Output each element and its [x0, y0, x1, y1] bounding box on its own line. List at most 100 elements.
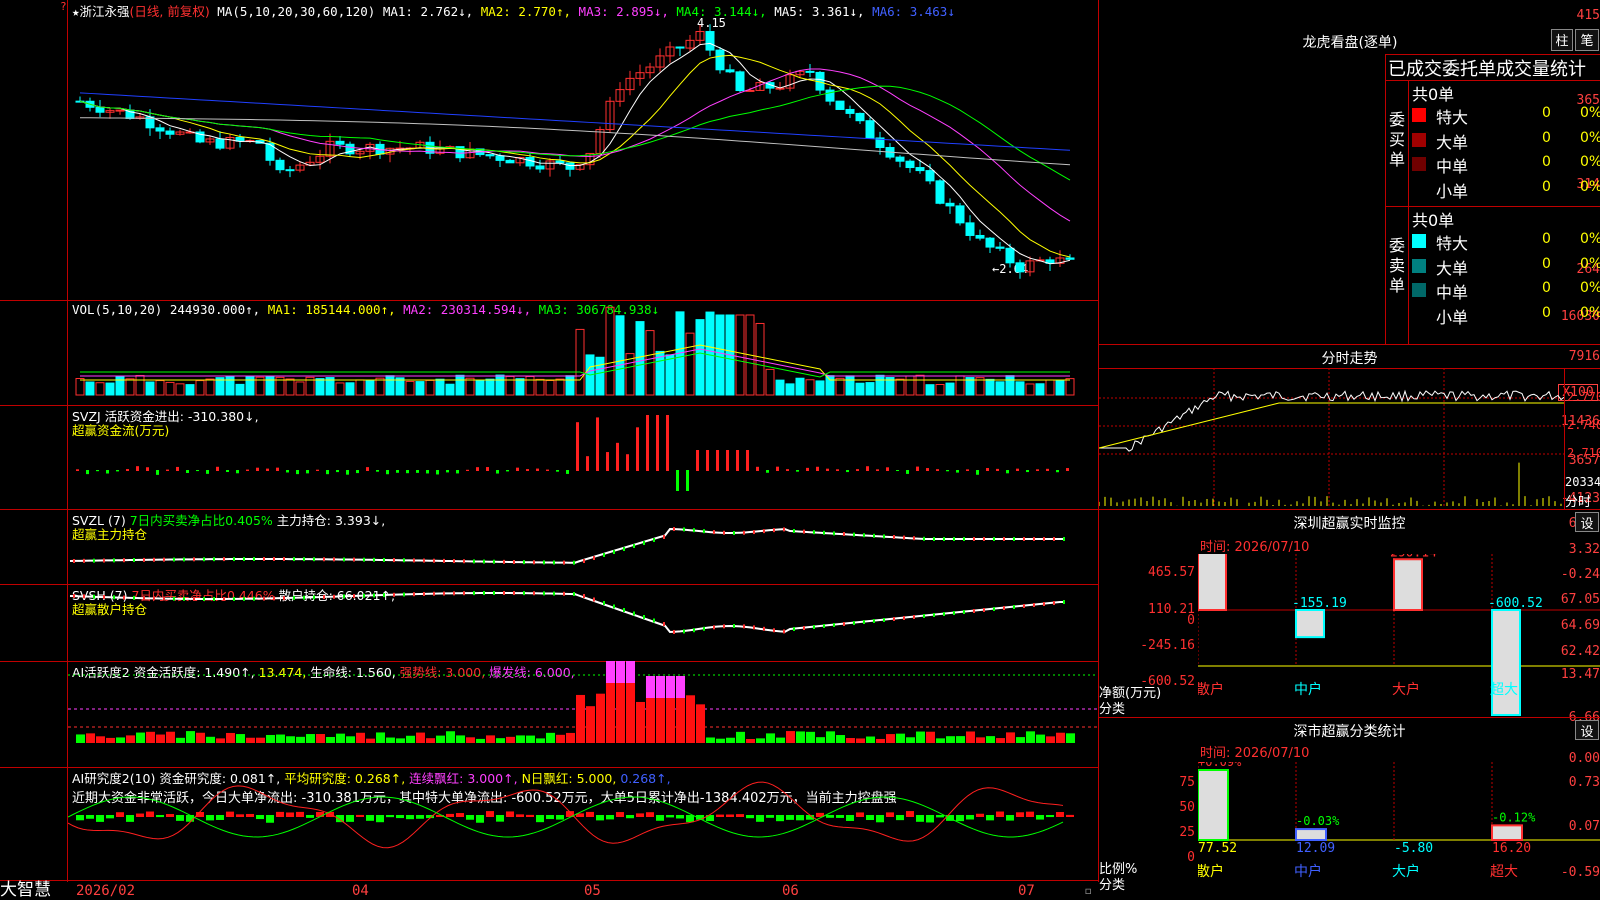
fund-flow-bar — [876, 469, 879, 471]
stat-bar-value: 12.09 — [1296, 841, 1335, 856]
tick-mark — [923, 614, 925, 618]
monitor-chart[interactable]: 465.57散户-155.19中户290.14大户-600.52超大 — [1198, 554, 1600, 716]
activity-bar — [376, 732, 385, 743]
activity-bar — [906, 737, 915, 743]
activity-burst-bar — [616, 661, 625, 683]
fund-flow-bar — [406, 470, 409, 474]
volume-chart[interactable] — [68, 300, 1098, 405]
fund-flow-bar — [316, 469, 319, 471]
tick-mark — [203, 557, 205, 562]
fund-flow-bar — [896, 470, 899, 472]
tick-mark — [283, 596, 285, 601]
intraday-mode-label[interactable]: 分时 — [1565, 491, 1591, 510]
activity-bar — [86, 733, 95, 743]
tick-mark — [973, 609, 975, 613]
research-bar — [396, 815, 404, 819]
research-bar — [1006, 815, 1014, 821]
tick-mark — [293, 595, 295, 600]
activity-bar — [736, 731, 745, 743]
fund-flow-bar — [306, 470, 309, 474]
svzl-chart[interactable] — [68, 509, 1098, 584]
research-bar — [256, 815, 264, 820]
tick-mark — [83, 558, 85, 563]
volume-bar — [815, 380, 825, 396]
activity-bar — [1026, 731, 1035, 743]
activity-bar — [356, 732, 365, 743]
research-bar — [226, 811, 234, 817]
tick-mark — [253, 596, 255, 601]
fund-flow-bar — [116, 470, 119, 472]
research-bar — [616, 812, 624, 817]
tick-mark — [373, 557, 375, 562]
candle-body — [1065, 257, 1075, 260]
tick-mark — [933, 537, 935, 541]
fund-flow-bar — [86, 470, 89, 475]
fund-flow-bar — [526, 469, 529, 471]
activity-bar — [596, 693, 605, 743]
tick-mark — [653, 618, 655, 623]
bar-mode-button[interactable]: 柱 — [1551, 29, 1573, 51]
volume-bar — [755, 322, 765, 396]
order-count: 0 — [1542, 280, 1551, 296]
ai-activity-chart[interactable] — [68, 661, 1098, 767]
order-pct: 0% — [1580, 231, 1600, 247]
volume-bar — [85, 381, 95, 396]
research-bar — [646, 812, 654, 817]
tick-mark — [273, 557, 275, 562]
stat-chart[interactable]: +0.09% 77.52 散户 -0.03% 12.09 中户 -5.80 大户 -0.12% 1… — [1198, 762, 1600, 900]
candlestick-chart[interactable] — [68, 0, 1098, 300]
tick-mark — [873, 533, 875, 538]
tick-mark — [943, 612, 945, 616]
research-bar — [466, 815, 474, 820]
tick-mark — [983, 608, 985, 612]
monitor-settings-button[interactable]: 设 — [1575, 512, 1599, 532]
tick-mark — [753, 530, 755, 535]
tick-mark — [293, 557, 295, 562]
color-swatch — [1412, 307, 1426, 322]
volume-bar — [265, 375, 275, 396]
research-bar — [876, 815, 884, 823]
tick-mark — [123, 595, 125, 600]
tick-mark — [373, 593, 375, 598]
tick-mark — [163, 596, 165, 601]
stat-settings-button[interactable]: 设 — [1575, 720, 1599, 740]
retail-hold-line — [69, 592, 1065, 633]
svzj-chart[interactable] — [68, 405, 1098, 509]
research-bar — [1046, 815, 1054, 818]
tick-mark — [763, 626, 765, 631]
tick-mark — [113, 558, 115, 563]
volume-bar — [225, 376, 235, 396]
tick-mark — [1053, 601, 1055, 605]
brand-logo: 大智慧 — [0, 880, 51, 900]
tick-mark — [473, 591, 475, 596]
activity-bar — [576, 694, 585, 743]
sell-row: 中单 0 0% — [1412, 278, 1600, 302]
fund-flow-bar — [1036, 469, 1039, 471]
research-bar — [496, 815, 504, 822]
intraday-chart[interactable] — [1099, 368, 1565, 508]
question-mark: ? — [60, 0, 67, 13]
activity-bar — [796, 731, 805, 743]
activity-bar — [136, 732, 145, 743]
lock-icon[interactable]: ▫ — [1084, 883, 1092, 899]
date-axis[interactable]: 2026/02 04 05 06 07 ▫ — [68, 883, 1098, 900]
fund-flow-bar — [266, 468, 269, 471]
ai-research-chart[interactable] — [68, 767, 1098, 880]
svsh-chart[interactable] — [68, 584, 1098, 661]
tick-mark — [863, 533, 865, 538]
fund-flow-bar — [986, 468, 989, 471]
tick-mark — [783, 629, 785, 634]
tick-mark — [573, 560, 575, 565]
volume-bar — [845, 375, 855, 396]
volume-bar — [925, 384, 935, 396]
monitor-tick: -245.16 — [1140, 638, 1195, 653]
fund-flow-bar — [366, 467, 369, 471]
pen-mode-button[interactable]: 笔 — [1575, 29, 1599, 51]
tick-mark — [623, 547, 625, 551]
fund-flow-bar — [396, 470, 399, 473]
tick-mark — [723, 530, 725, 535]
activity-bar — [266, 734, 275, 743]
tick-mark — [903, 616, 905, 620]
research-bar — [456, 813, 464, 817]
tick-mark — [673, 527, 675, 532]
